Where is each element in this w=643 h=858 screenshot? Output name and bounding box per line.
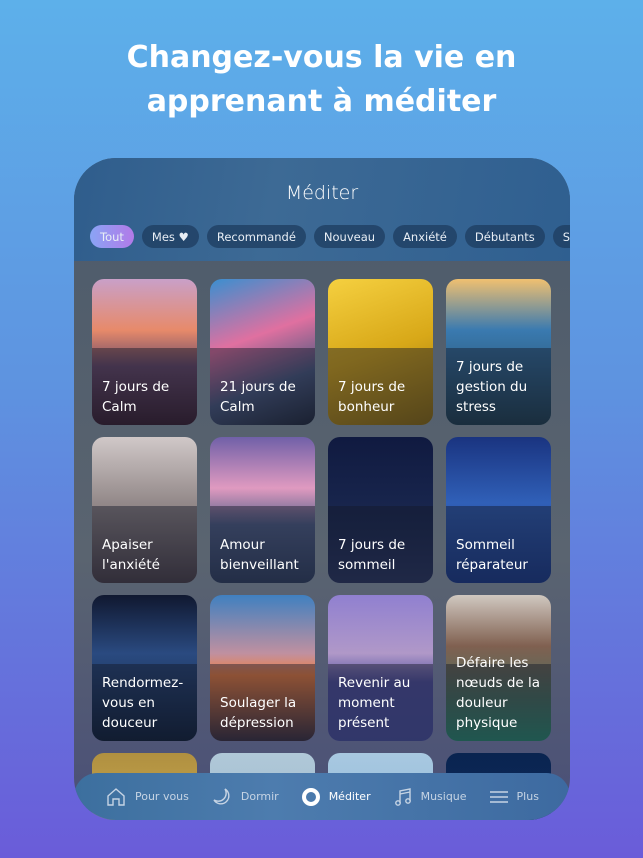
filter-chip[interactable]: Recommandé bbox=[206, 225, 306, 248]
filter-chips: Tout Mes ♥ Recommandé Nouveau Anxiété Débutan… bbox=[90, 225, 570, 248]
card-title: 7 jours de gestion du stress bbox=[446, 347, 551, 425]
card-title: 7 jours de sommeil bbox=[328, 505, 433, 583]
meditation-card[interactable]: Soulager la dépression bbox=[210, 595, 315, 741]
nav-label: Méditer bbox=[328, 790, 371, 803]
card-title: Défaire les nœuds de la douleur physique bbox=[446, 655, 551, 741]
headline: Changez-vous la vie en apprenant à médit… bbox=[126, 40, 517, 119]
filter-chip[interactable]: Nouveau bbox=[313, 225, 386, 248]
meditation-card[interactable]: Rendormez-vous en douceur bbox=[92, 595, 197, 741]
nav-item-méditer[interactable]: Méditer bbox=[301, 787, 371, 807]
nav-label: Musique bbox=[420, 790, 467, 803]
filter-chip[interactable]: Tout bbox=[90, 225, 134, 248]
app-screen: Méditer Tout Mes ♥ Recommandé Nouveau Anxiét… bbox=[74, 158, 570, 820]
nav-label: Dormir bbox=[240, 790, 279, 803]
meditation-card[interactable]: Défaire les nœuds de la douleur physique bbox=[446, 595, 551, 741]
nav-item-musique[interactable]: Musique bbox=[393, 786, 467, 808]
moon-icon bbox=[211, 786, 233, 808]
card-title: Sommeil réparateur bbox=[446, 505, 551, 583]
home-icon bbox=[105, 786, 127, 808]
card-title: Amour bienveillant bbox=[210, 505, 315, 583]
filter-chip[interactable]: Stress bbox=[552, 225, 570, 248]
meditation-card[interactable]: 7 jours de sommeil bbox=[328, 437, 433, 583]
filter-chip[interactable]: Mes ♥ bbox=[141, 225, 199, 248]
card-title: Rendormez-vous en douceur bbox=[92, 663, 197, 741]
meditation-card[interactable]: Sommeil réparateur bbox=[446, 437, 551, 583]
meditation-card[interactable]: Amour bienveillant bbox=[210, 437, 315, 583]
meditation-card[interactable]: Revenir au moment présent bbox=[328, 595, 433, 741]
filter-chip[interactable]: Débutants bbox=[464, 225, 545, 248]
filter-chip[interactable]: Anxiété bbox=[393, 225, 457, 248]
page-title: Méditer bbox=[285, 182, 359, 204]
nav-item-dormir[interactable]: Dormir bbox=[211, 786, 279, 808]
bottom-nav: Pour vous Dormir Méditer Musique Plus bbox=[74, 773, 570, 820]
card-title: 7 jours de Calm bbox=[92, 347, 197, 425]
nav-label: Pour vous bbox=[134, 790, 189, 803]
menu-icon bbox=[489, 790, 509, 804]
card-title: 21 jours de Calm bbox=[210, 347, 315, 425]
header: Méditer Tout Mes ♥ Recommandé Nouveau Anxiét… bbox=[74, 158, 570, 261]
nav-label: Plus bbox=[516, 790, 539, 803]
meditation-card[interactable]: Apaiser l'anxiété bbox=[92, 437, 197, 583]
meditation-card[interactable]: 7 jours de Calm bbox=[92, 279, 197, 425]
meditation-card[interactable]: 21 jours de Calm bbox=[210, 279, 315, 425]
nav-item-pour-vous[interactable]: Pour vous bbox=[105, 786, 189, 808]
music-note-icon bbox=[393, 786, 413, 808]
meditation-grid: 7 jours de Calm 21 jours de Calm 7 jours d… bbox=[92, 279, 551, 820]
card-title: Soulager la dépression bbox=[210, 663, 315, 741]
meditation-card[interactable]: 7 jours de gestion du stress bbox=[446, 279, 551, 425]
card-title: Apaiser l'anxiété bbox=[92, 505, 197, 583]
circle-icon bbox=[301, 787, 321, 807]
meditation-card[interactable]: 7 jours de bonheur bbox=[328, 279, 433, 425]
card-title: Revenir au moment présent bbox=[328, 663, 433, 741]
card-title: 7 jours de bonheur bbox=[328, 347, 433, 425]
nav-item-plus[interactable]: Plus bbox=[489, 790, 539, 804]
